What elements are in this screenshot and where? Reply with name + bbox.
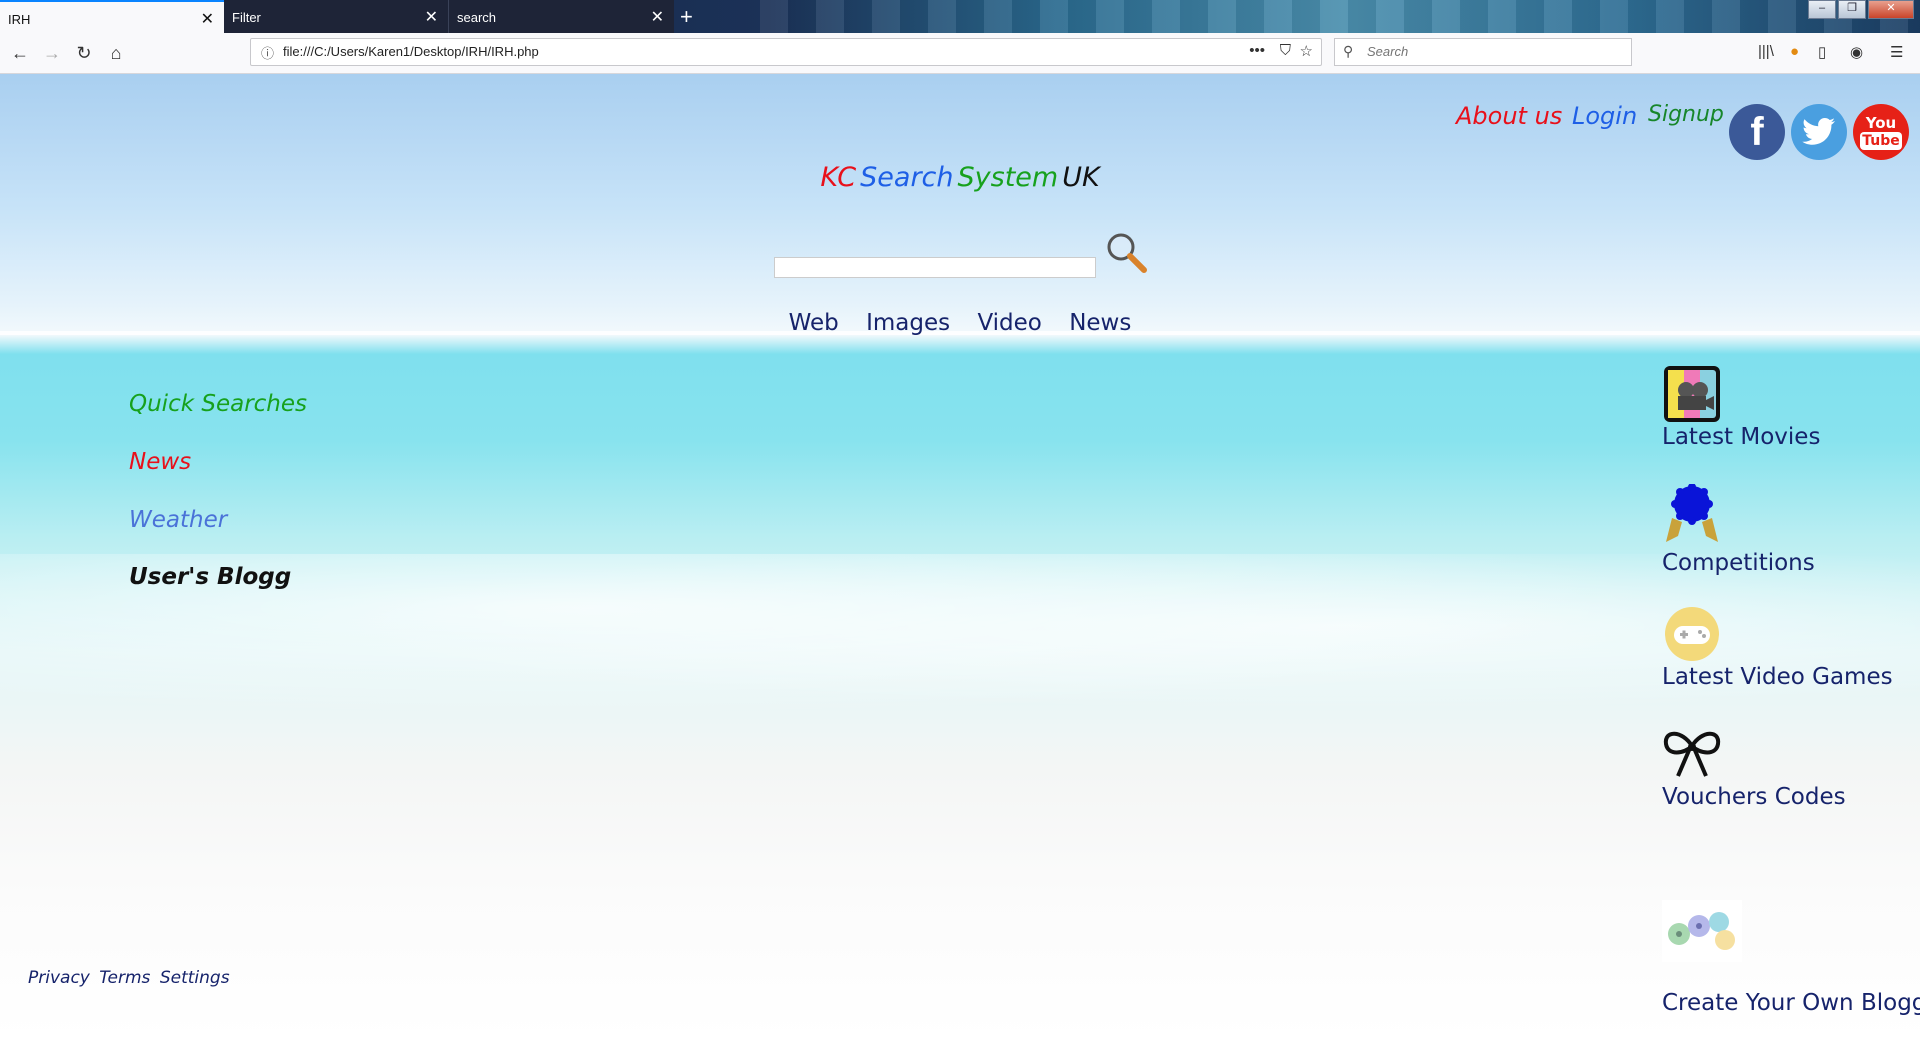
tab-news[interactable]: News	[1069, 310, 1131, 336]
latest-video-games-item[interactable]: Latest Video Games	[1662, 604, 1893, 690]
minimize-icon[interactable]: –	[1808, 0, 1836, 19]
address-bar[interactable]: ⓘ file:///C:/Users/Karen1/Desktop/IRH/IR…	[250, 38, 1322, 66]
browser-search-input[interactable]	[1365, 43, 1619, 60]
latest-movies-item[interactable]: Latest Movies	[1662, 364, 1820, 450]
title-part: Search	[860, 162, 954, 193]
close-icon[interactable]: ✕	[201, 9, 214, 29]
login-link[interactable]: Login	[1572, 102, 1637, 130]
gamepad-icon	[1665, 607, 1719, 661]
account-icon[interactable]: ◉	[1850, 43, 1863, 61]
settings-link[interactable]: Settings	[160, 968, 230, 988]
tab-strip: IRH ✕ Filter ✕ search ✕ + – ❐ ✕	[0, 0, 1920, 33]
search-input[interactable]	[774, 257, 1096, 278]
reload-icon[interactable]: ↻	[72, 41, 96, 65]
vouchers-codes-item[interactable]: Vouchers Codes	[1662, 724, 1846, 810]
tab-label: IRH	[8, 12, 31, 27]
tab-web[interactable]: Web	[789, 310, 839, 336]
tab-label: Filter	[232, 10, 261, 25]
terms-link[interactable]: Terms	[99, 968, 150, 988]
close-icon[interactable]: ✕	[425, 7, 438, 27]
back-icon[interactable]: ←	[8, 41, 32, 65]
tab-images[interactable]: Images	[866, 310, 950, 336]
browser-tab-filter[interactable]: Filter ✕	[224, 0, 449, 33]
close-icon[interactable]: ✕	[651, 7, 664, 27]
bookmark-star-icon[interactable]: ☆	[1300, 42, 1313, 60]
bow-icon	[1663, 731, 1721, 777]
browser-tab-irh[interactable]: IRH ✕	[0, 0, 224, 33]
sidebar-icon[interactable]: ▯	[1818, 43, 1826, 61]
pocket-icon[interactable]: ⛉	[1280, 42, 1291, 59]
create-blogg-item[interactable]: Create Your Own Blogg!	[1662, 900, 1920, 1016]
blog-bubbles-icon	[1662, 900, 1742, 962]
twitter-icon[interactable]	[1791, 104, 1847, 160]
signup-link[interactable]: Signup	[1648, 102, 1724, 127]
latest-movies-label[interactable]: Latest Movies	[1662, 424, 1820, 450]
page-actions-icon[interactable]: •••	[1249, 42, 1265, 59]
url-text[interactable]: file:///C:/Users/Karen1/Desktop/IRH/IRH.…	[283, 44, 539, 59]
privacy-link[interactable]: Privacy	[28, 968, 90, 988]
youtube-label: You	[1865, 114, 1897, 132]
page-content: About us Login Signup f You Tube KC Searc…	[0, 74, 1920, 1040]
youtube-label: Tube	[1860, 132, 1902, 150]
browser-search-box[interactable]: ⚲	[1334, 38, 1632, 66]
search-type-tabs: Web Images Video News	[0, 310, 1920, 336]
quick-searches-link[interactable]: Quick Searches	[129, 391, 307, 417]
rosette-icon	[1666, 484, 1718, 542]
movie-camera-icon	[1664, 366, 1720, 422]
navigation-toolbar: ← → ↻ ⌂ ⓘ file:///C:/Users/Karen1/Deskto…	[0, 33, 1920, 74]
users-blogg-link[interactable]: User's Blogg	[129, 564, 291, 590]
about-us-link[interactable]: About us	[1456, 102, 1562, 130]
facebook-icon[interactable]: f	[1729, 104, 1785, 160]
window-close-icon[interactable]: ✕	[1868, 0, 1914, 19]
tab-label: search	[457, 10, 497, 25]
competitions-label[interactable]: Competitions	[1662, 550, 1815, 576]
extension-icon[interactable]: ●	[1790, 43, 1799, 60]
home-icon[interactable]: ⌂	[104, 41, 128, 65]
magnifier-search-icon[interactable]	[1104, 230, 1148, 274]
competitions-item[interactable]: Competitions	[1662, 484, 1815, 576]
browser-tab-search[interactable]: search ✕	[449, 0, 674, 33]
weather-link[interactable]: Weather	[129, 507, 227, 533]
title-part: KC	[820, 162, 857, 193]
tab-video[interactable]: Video	[977, 310, 1041, 336]
site-title: KC Search System UK	[0, 162, 1920, 193]
title-part: System	[957, 162, 1059, 193]
title-part: UK	[1062, 162, 1100, 193]
library-icon[interactable]: |||\	[1758, 43, 1774, 60]
restore-icon[interactable]: ❐	[1838, 0, 1866, 19]
vouchers-codes-label[interactable]: Vouchers Codes	[1662, 784, 1846, 810]
create-blogg-label[interactable]: Create Your Own Blogg!	[1662, 990, 1920, 1016]
menu-icon[interactable]: ☰	[1890, 43, 1903, 61]
forward-icon[interactable]: →	[40, 41, 64, 65]
window-controls: – ❐ ✕	[1808, 0, 1914, 19]
news-link[interactable]: News	[129, 449, 191, 475]
footer-links: Privacy Terms Settings	[28, 968, 234, 988]
page-info-icon[interactable]: ⓘ	[261, 43, 274, 62]
new-tab-icon[interactable]: +	[680, 4, 693, 30]
latest-video-games-label[interactable]: Latest Video Games	[1662, 664, 1893, 690]
youtube-icon[interactable]: You Tube	[1853, 104, 1909, 160]
search-icon: ⚲	[1343, 43, 1354, 59]
